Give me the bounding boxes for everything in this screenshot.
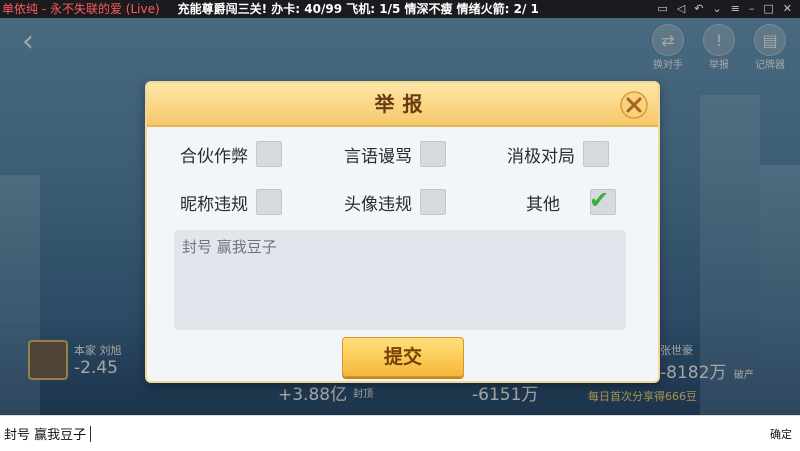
checkmark-icon: ✔ bbox=[589, 186, 610, 214]
checkbox-checked[interactable]: ✔ bbox=[589, 186, 616, 215]
confirm-button[interactable]: 确定 bbox=[770, 426, 800, 442]
undo-icon[interactable]: ↶ bbox=[694, 0, 703, 18]
text-input-bar[interactable]: 封号 赢我豆子 确定 bbox=[0, 415, 800, 451]
input-text[interactable]: 封号 赢我豆子 bbox=[0, 424, 86, 443]
minimize-icon[interactable]: – bbox=[749, 0, 755, 18]
checkbox[interactable] bbox=[420, 189, 446, 215]
reason-textarea[interactable]: 封号 赢我豆子 bbox=[174, 230, 626, 330]
report-dialog: 举报 合伙作弊 言语谩骂 消极对局 昵称违规 头像违规 其他 ✔ 封号 赢我豆子… bbox=[145, 81, 660, 383]
marquee-text: 充能尊爵闯三关! 办卡: 40/99 飞机: 1/5 情深不瘦 情绪火箭: 2/… bbox=[177, 2, 539, 16]
chevron-down-icon[interactable]: ⌄ bbox=[712, 0, 721, 18]
submit-button[interactable]: 提交 bbox=[342, 337, 464, 377]
option-other[interactable]: 其他 ✔ bbox=[526, 186, 616, 215]
maximize-icon[interactable]: □ bbox=[763, 0, 773, 18]
checkbox[interactable] bbox=[256, 189, 282, 215]
text-caret bbox=[90, 425, 92, 442]
close-icon[interactable] bbox=[620, 91, 648, 119]
checkbox[interactable] bbox=[256, 141, 282, 167]
dialog-title: 举报 bbox=[147, 83, 658, 127]
option-avatar[interactable]: 头像违规 bbox=[344, 189, 446, 215]
option-verbal-abuse[interactable]: 言语谩骂 bbox=[344, 141, 446, 167]
option-passive-play[interactable]: 消极对局 bbox=[507, 141, 609, 167]
option-label: 昵称违规 bbox=[180, 194, 248, 215]
window-controls: ▭ ◁ ↶ ⌄ ≡ – □ ✕ bbox=[657, 0, 800, 18]
song-title: 单依纯 - 永不失联的爱 (Live) bbox=[2, 2, 160, 16]
option-label: 头像违规 bbox=[344, 194, 412, 215]
menu-icon[interactable]: ≡ bbox=[731, 0, 740, 18]
option-label: 消极对局 bbox=[507, 146, 575, 167]
now-playing-bar: 单依纯 - 永不失联的爱 (Live) 充能尊爵闯三关! 办卡: 40/99 飞… bbox=[0, 0, 800, 18]
close-icon[interactable]: ✕ bbox=[783, 0, 792, 18]
option-collusion[interactable]: 合伙作弊 bbox=[180, 141, 282, 167]
option-label: 合伙作弊 bbox=[180, 146, 248, 167]
volume-icon[interactable]: ◁ bbox=[677, 0, 685, 18]
option-label: 其他 bbox=[526, 194, 560, 215]
checkbox[interactable] bbox=[583, 141, 609, 167]
checkbox[interactable] bbox=[420, 141, 446, 167]
option-label: 言语谩骂 bbox=[344, 146, 412, 167]
screen-icon[interactable]: ▭ bbox=[657, 0, 667, 18]
option-nickname[interactable]: 昵称违规 bbox=[180, 189, 282, 215]
